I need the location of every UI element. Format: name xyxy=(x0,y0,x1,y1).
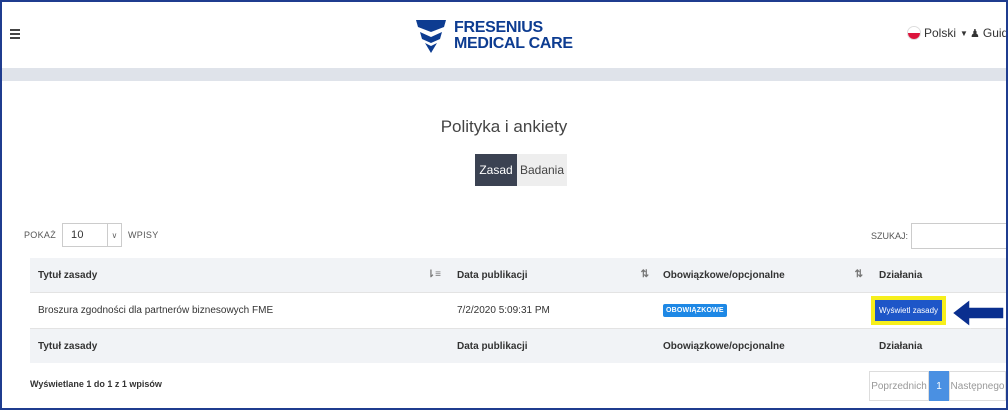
table-info: Wyświetlane 1 do 1 z 1 wpisów xyxy=(30,379,162,389)
column-header-title[interactable]: Tytuł zasady ⇂≡ xyxy=(30,268,449,281)
top-bar: FRESENIUS MEDICAL CARE Polski ▼ ♟ Guid xyxy=(2,2,1006,68)
footer-title-cell: Tytuł zasady xyxy=(38,340,98,352)
highlight-box: Wyświetl zasady xyxy=(871,296,947,325)
tab-policies[interactable]: Zasad xyxy=(475,154,517,186)
table-footer-row: Tytuł zasady Data publikacji Obowiązkowe… xyxy=(30,329,1006,363)
search-label: SZUKAJ: xyxy=(871,231,909,241)
sort-asc-icon: ⇂≡ xyxy=(426,268,441,280)
page-size-value: 10 xyxy=(71,229,84,241)
caret-down-icon: ▼ xyxy=(960,28,968,38)
search-input[interactable] xyxy=(911,223,1006,249)
status-cell: OBOWIĄZKOWE xyxy=(657,304,871,317)
sort-icon: ⇅ xyxy=(854,268,863,280)
policies-table: Tytuł zasady ⇂≡ Data publikacji ⇅ Obowią… xyxy=(30,258,1006,363)
brand-wordmark: FRESENIUS MEDICAL CARE xyxy=(454,20,573,52)
entries-label: WPISY xyxy=(128,230,159,240)
tab-group: Zasad Badania xyxy=(475,154,567,186)
column-header-status[interactable]: Obowiązkowe/opcjonalne ⇅ xyxy=(657,268,871,281)
language-dropdown[interactable]: Polski ▼ xyxy=(907,26,968,40)
brand-logo: FRESENIUS MEDICAL CARE xyxy=(416,16,573,56)
language-label: Polski xyxy=(924,26,957,40)
page-title: Polityka i ankiety xyxy=(440,117,568,136)
page-size-select[interactable]: 10 ∨ xyxy=(62,223,123,247)
pointer-arrow-icon xyxy=(950,297,1005,329)
view-policy-button[interactable]: Wyświetl zasady xyxy=(875,300,943,321)
table-row: Broszura zgodności dla partnerów bizneso… xyxy=(30,292,1006,329)
tab-surveys[interactable]: Badania xyxy=(517,154,567,186)
fresenius-logo-icon xyxy=(416,20,446,53)
column-header-title-label: Tytuł zasady xyxy=(38,269,98,281)
search-control: SZUKAJ: xyxy=(871,223,1006,249)
column-header-status-label: Obowiązkowe/opcjonalne xyxy=(663,269,785,281)
user-name: Guid xyxy=(982,26,1008,40)
previous-page-button[interactable]: Poprzednich xyxy=(869,371,929,401)
header-band xyxy=(2,68,1006,81)
status-badge: OBOWIĄZKOWE xyxy=(663,304,727,317)
user-menu[interactable]: ♟ Guid xyxy=(970,26,1008,40)
app-frame: FRESENIUS MEDICAL CARE Polski ▼ ♟ Guid P… xyxy=(0,0,1008,410)
sort-icon: ⇅ xyxy=(640,268,649,280)
user-icon: ♟ xyxy=(970,27,980,40)
brand-line-1: FRESENIUS xyxy=(454,19,543,36)
chevron-down-icon: ∨ xyxy=(107,224,121,246)
column-header-date[interactable]: Data publikacji ⇅ xyxy=(449,268,657,281)
footer-actions-cell: Działania xyxy=(879,340,923,352)
poland-flag-icon xyxy=(907,26,921,40)
next-page-button[interactable]: Następnego xyxy=(949,371,1006,401)
menu-icon[interactable] xyxy=(10,29,20,39)
column-header-date-label: Data publikacji xyxy=(457,269,528,281)
footer-date-cell: Data publikacji xyxy=(457,340,528,352)
policy-title-cell: Broszura zgodności dla partnerów bizneso… xyxy=(38,305,274,316)
table-header-row: Tytuł zasady ⇂≡ Data publikacji ⇅ Obowią… xyxy=(30,258,1006,292)
column-header-actions: Działania xyxy=(871,270,1006,281)
publish-date-cell: 7/2/2020 5:09:31 PM xyxy=(457,305,550,316)
pagination: Poprzednich 1 Następnego xyxy=(869,371,1006,401)
current-page-button[interactable]: 1 xyxy=(929,371,949,401)
show-label: POKAŻ xyxy=(24,230,57,240)
brand-line-2: MEDICAL CARE xyxy=(454,35,573,52)
footer-status-cell: Obowiązkowe/opcjonalne xyxy=(663,340,785,352)
page-size-control: POKAŻ 10 ∨ WPISY xyxy=(24,223,159,247)
column-header-actions-label: Działania xyxy=(879,269,923,281)
